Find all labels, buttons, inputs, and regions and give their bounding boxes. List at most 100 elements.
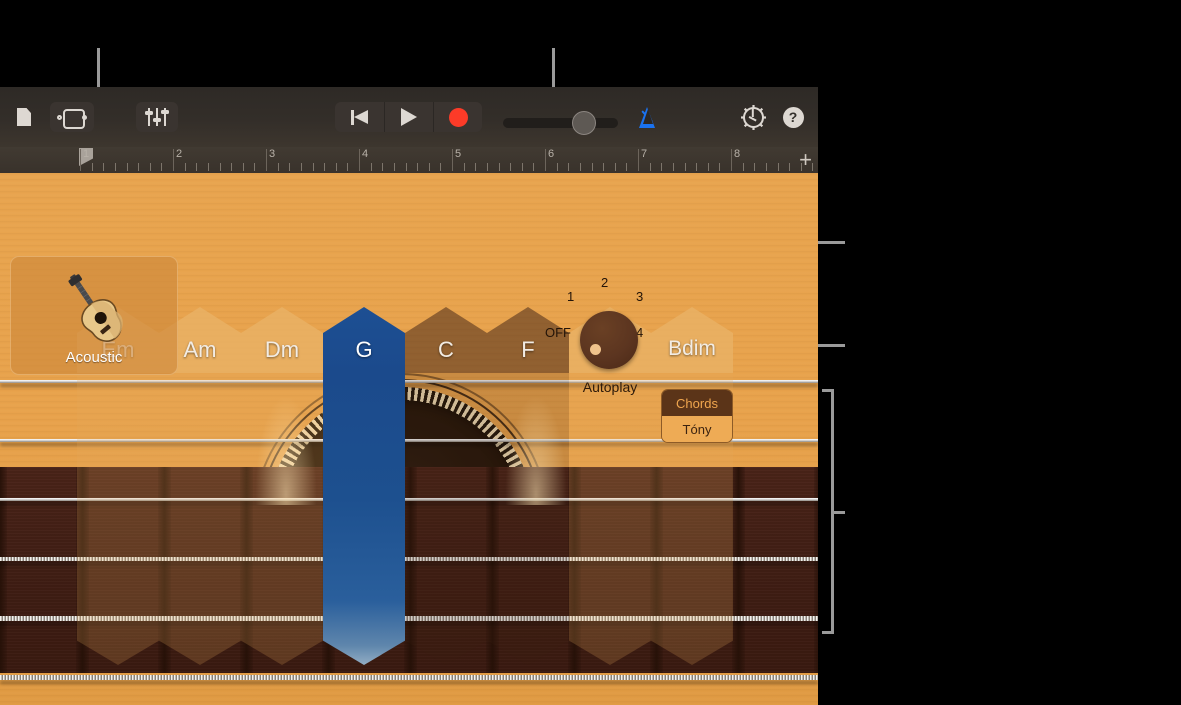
autoplay-label-3[interactable]: 3 [636, 289, 643, 304]
garageband-window: ? 12345678 + EmAmDmGCFB♭Bd [0, 87, 818, 705]
mode-toggle: Chords Tóny [661, 389, 733, 443]
help-icon: ? [782, 106, 804, 128]
ruler-minor-tick [719, 163, 721, 171]
autoplay-label-2[interactable]: 2 [601, 275, 608, 290]
ruler-major-tick [359, 149, 360, 171]
mode-toggle-chords[interactable]: Chords [662, 390, 732, 416]
strings-bracket-bottom [822, 631, 834, 634]
play-button[interactable] [384, 102, 433, 132]
ruler-minor-tick [498, 163, 500, 171]
ruler-minor-tick [777, 163, 779, 171]
track-view-button[interactable] [50, 102, 94, 132]
ruler-minor-tick [440, 163, 442, 171]
instrument-selector[interactable]: Acoustic [10, 256, 178, 375]
ruler-major-tick [452, 149, 453, 171]
ruler-minor-tick [463, 163, 465, 171]
chord-strum-area[interactable] [241, 373, 323, 601]
ruler-minor-tick [696, 163, 698, 171]
add-track-button[interactable]: + [799, 149, 812, 171]
ruler-major-tick [173, 149, 174, 171]
ruler-minor-tick [324, 163, 326, 171]
ruler-minor-tick [382, 163, 384, 171]
chord-label: G [355, 337, 373, 362]
new-document-button[interactable] [8, 102, 40, 132]
ruler-minor-tick [347, 163, 349, 171]
chord-strum-area[interactable] [323, 373, 405, 601]
toolbar: ? [0, 87, 818, 147]
chord-label: Dm [264, 337, 300, 362]
ruler-minor-tick [207, 163, 209, 171]
chord-strum-area[interactable] [405, 373, 487, 601]
ruler-bar-label: 1 [83, 148, 90, 160]
ruler-minor-tick [289, 163, 291, 171]
ruler-minor-tick [393, 163, 395, 171]
autoplay-caption: Autoplay [582, 379, 638, 395]
chord-button-g[interactable]: G [323, 307, 405, 665]
ruler-minor-tick [103, 163, 105, 171]
ruler-minor-tick [672, 163, 674, 171]
autoplay-knob-indicator [590, 344, 601, 355]
ruler-minor-tick [149, 163, 151, 171]
ruler-minor-tick [754, 163, 756, 171]
ruler-bar-label: 8 [734, 148, 741, 160]
play-icon [401, 108, 417, 126]
ruler-minor-tick [603, 163, 605, 171]
volume-slider-track[interactable] [503, 118, 618, 128]
autoplay-label-1[interactable]: 1 [567, 289, 574, 304]
chord-strum-area[interactable] [487, 373, 569, 601]
autoplay-knob[interactable] [580, 311, 638, 369]
ruler-minor-tick [196, 163, 198, 171]
ruler-major-tick [545, 149, 546, 171]
timeline-ruler[interactable]: 1 2 3 4 5 6 7 8 + [0, 147, 818, 173]
ruler-major-tick [80, 149, 81, 171]
chord-strum-area[interactable] [77, 373, 159, 601]
ruler-bar-label: 5 [455, 148, 462, 160]
mode-toggle-tones[interactable]: Tóny [662, 416, 732, 442]
ruler-minor-tick [138, 163, 140, 171]
ruler-minor-tick [568, 163, 570, 171]
autoplay-control: OFF 1 2 3 4 Autoplay [545, 275, 675, 396]
chord-button-dm[interactable]: Dm [241, 307, 323, 665]
gear-teeth-icon [740, 104, 766, 130]
ruler-minor-tick [765, 163, 767, 171]
ruler-minor-tick [533, 163, 535, 171]
chord-foot [651, 601, 733, 665]
chord-foot [569, 601, 651, 665]
chord-foot [77, 601, 159, 665]
help-button[interactable]: ? [780, 102, 806, 132]
ruler-minor-tick [219, 163, 221, 171]
transport-controls [335, 102, 482, 132]
chord-strum-area[interactable] [569, 373, 651, 601]
rewind-button[interactable] [335, 102, 384, 132]
screenshot-stage: ? 12345678 + EmAmDmGCFB♭Bd [0, 0, 1181, 705]
chord-foot [487, 601, 569, 665]
chord-button-c[interactable]: C [405, 307, 487, 665]
ruler-minor-tick [428, 163, 430, 171]
ruler-minor-tick [649, 163, 651, 171]
chord-strum-area[interactable] [159, 373, 241, 601]
chord-foot [323, 601, 405, 665]
ruler-minor-tick [242, 163, 244, 171]
metronome-button[interactable] [634, 102, 666, 132]
track-view-icon [57, 109, 87, 129]
ruler-minor-tick [579, 163, 581, 171]
ruler-minor-tick [300, 163, 302, 171]
ruler-bar-label: 3 [269, 148, 276, 160]
ruler-minor-tick [335, 163, 337, 171]
ruler-minor-tick [417, 163, 419, 171]
mixer-button[interactable] [136, 102, 178, 132]
ruler-minor-tick [591, 163, 593, 171]
acoustic-guitar-icon [68, 274, 123, 342]
ruler-bar-label: 2 [176, 148, 183, 160]
chord-label: C [438, 337, 454, 362]
ruler-minor-tick [277, 163, 279, 171]
ruler-minor-tick [126, 163, 128, 171]
autoplay-label-off[interactable]: OFF [545, 325, 571, 340]
settings-button[interactable] [738, 102, 768, 132]
volume-slider-thumb[interactable] [572, 111, 596, 135]
ruler-minor-tick [312, 163, 314, 171]
record-button[interactable] [433, 102, 482, 132]
ruler-minor-tick [184, 163, 186, 171]
ruler-minor-tick [684, 163, 686, 171]
instrument-label: Acoustic [65, 349, 123, 366]
